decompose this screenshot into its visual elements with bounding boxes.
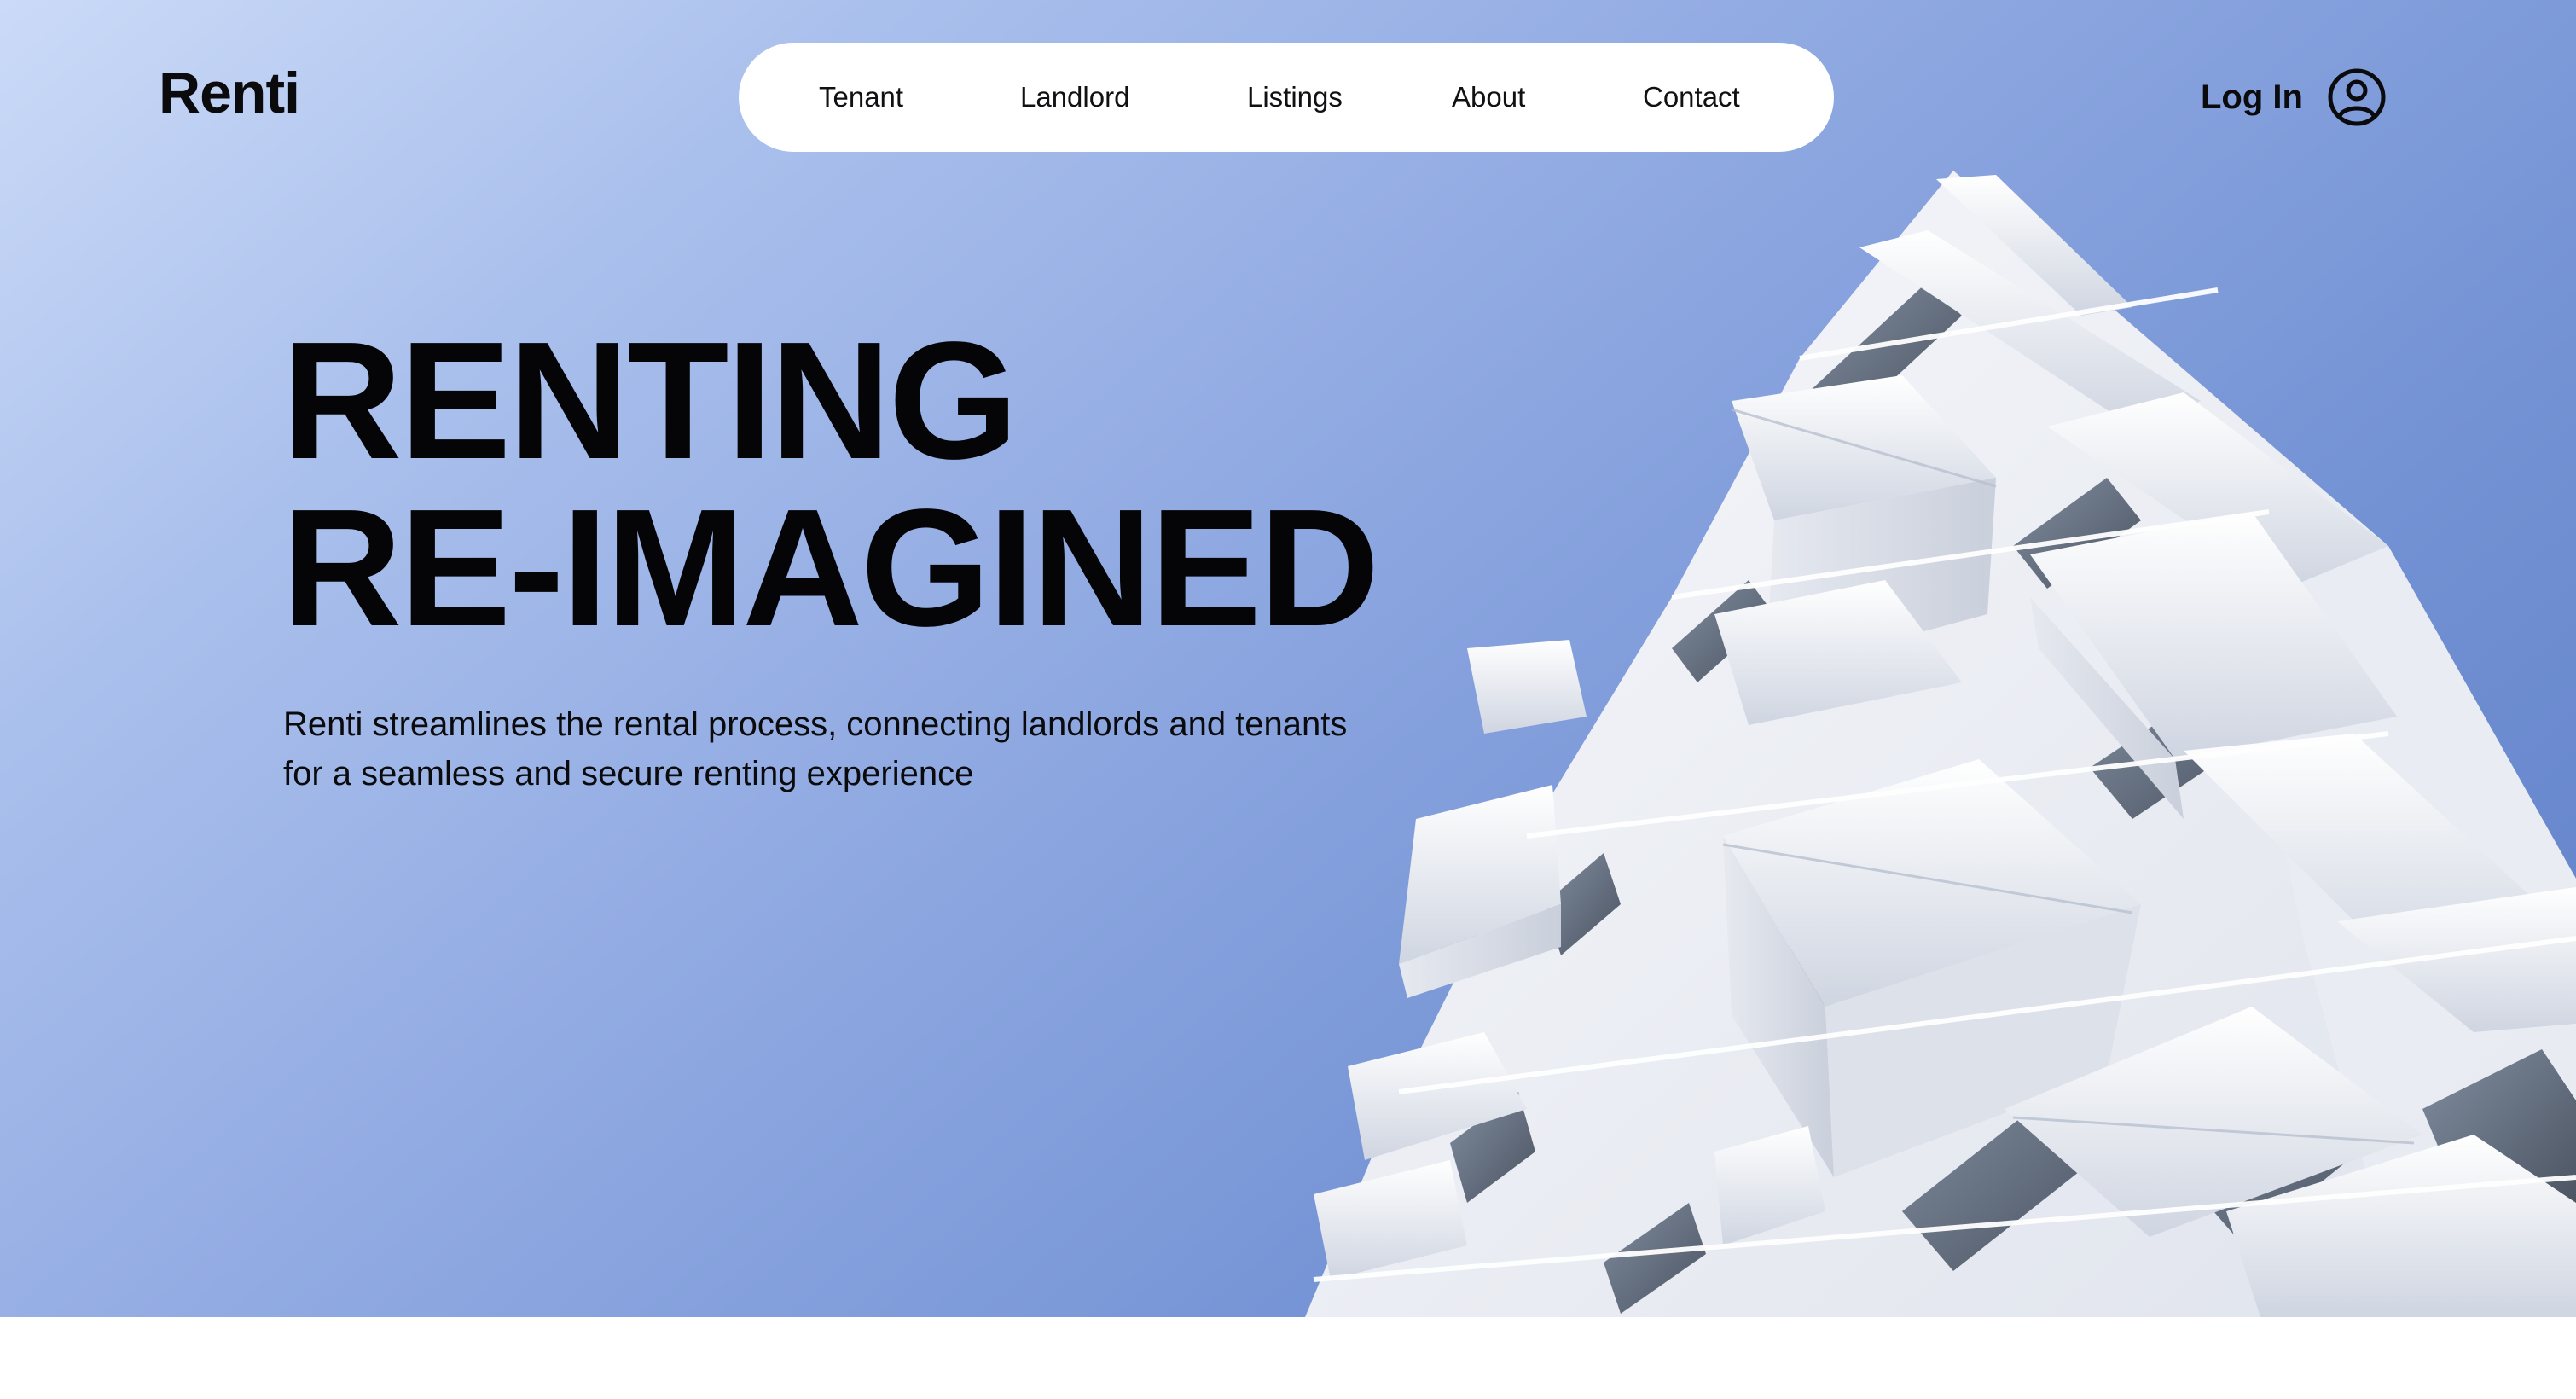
nav-item-about[interactable]: About	[1452, 43, 1525, 152]
main-nav: Tenant Landlord Listings About Contact	[739, 43, 1834, 152]
description-line-1: Renti streamlines the rental process, co…	[283, 705, 1348, 743]
headline-line-1: RENTING	[281, 307, 1018, 494]
hero-description: Renti streamlines the rental process, co…	[283, 700, 1494, 798]
login-button[interactable]: Log In	[2201, 65, 2387, 130]
nav-item-listings[interactable]: Listings	[1247, 43, 1343, 152]
hero-section: Renti Tenant Landlord Listings About Con…	[0, 0, 2576, 1317]
nav-item-contact[interactable]: Contact	[1643, 43, 1740, 152]
brand-logo[interactable]: Renti	[159, 60, 300, 126]
user-circle-icon	[2328, 68, 2386, 126]
nav-item-landlord[interactable]: Landlord	[1020, 43, 1129, 152]
page-below-hero	[0, 1317, 2576, 1399]
hero-headline: RENTING RE-IMAGINED	[281, 307, 1380, 661]
login-label: Log In	[2201, 78, 2303, 116]
description-line-2: for a seamless and secure renting experi…	[283, 755, 974, 792]
headline-line-2: RE-IMAGINED	[281, 474, 1380, 661]
nav-item-tenant[interactable]: Tenant	[819, 43, 903, 152]
